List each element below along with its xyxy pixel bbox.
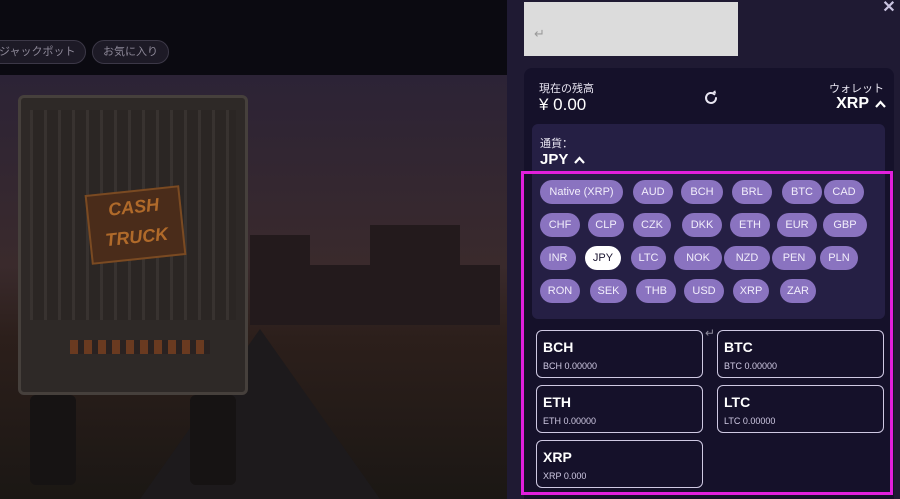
currency-chip-nok[interactable]: NOK: [674, 246, 722, 270]
currency-chip-cad[interactable]: CAD: [824, 180, 864, 204]
favorites-tag[interactable]: お気に入り: [92, 40, 169, 64]
wallet-label: ウォレット: [829, 83, 884, 95]
currency-chip-zar[interactable]: ZAR: [780, 279, 816, 303]
refresh-icon[interactable]: [702, 89, 720, 107]
currency-chip-sek[interactable]: SEK: [590, 279, 627, 303]
wallet-selector[interactable]: XRP: [836, 95, 886, 113]
coin-balance: BTC 0.00000: [724, 361, 778, 371]
coin-name: ETH: [543, 394, 571, 410]
currency-value: JPY: [540, 151, 569, 168]
game-background: ジャックポット お気に入り CASH TRUCK: [0, 0, 507, 499]
coin-name: BCH: [543, 339, 574, 355]
truck-wheel: [190, 395, 236, 485]
coin-balance: BCH 0.00000: [543, 361, 598, 371]
currency-chip-brl[interactable]: BRL: [732, 180, 772, 204]
currency-chip-btc[interactable]: BTC: [782, 180, 822, 204]
currency-chip-thb[interactable]: THB: [636, 279, 676, 303]
coin-name: LTC: [724, 394, 751, 410]
currency-chip-dkk[interactable]: DKK: [682, 213, 722, 237]
chevron-up-icon: [875, 100, 886, 108]
currency-chip-ron[interactable]: RON: [540, 279, 580, 303]
currency-chip-eth[interactable]: ETH: [730, 213, 770, 237]
coin-balance: LTC 0.00000: [724, 416, 776, 426]
coin-card-xrp[interactable]: XRP XRP 0.000: [536, 440, 703, 488]
jackpot-tag[interactable]: ジャックポット: [0, 40, 87, 64]
currency-chip-usd[interactable]: USD: [684, 279, 724, 303]
enter-glyph: ↵: [705, 326, 716, 340]
truck-lights: [70, 340, 210, 354]
coin-balance: XRP 0.000: [543, 471, 587, 481]
currency-chip-ltc[interactable]: LTC: [631, 246, 666, 270]
currency-chip-clp[interactable]: CLP: [588, 213, 624, 237]
currency-chip-eur[interactable]: EUR: [777, 213, 817, 237]
wallet-value: XRP: [836, 95, 869, 112]
currency-chip-aud[interactable]: AUD: [633, 180, 673, 204]
truck-wheel: [30, 395, 76, 485]
game-topbar: ジャックポット お気に入り: [0, 0, 507, 75]
coin-card-bch[interactable]: BCH BCH 0.00000: [536, 330, 703, 378]
coin-balance: ETH 0.00000: [543, 416, 597, 426]
currency-chip-inr[interactable]: INR: [540, 246, 576, 270]
balance-label: 現在の残高: [539, 83, 594, 95]
close-button[interactable]: ✕: [881, 0, 897, 16]
currency-chip-pln[interactable]: PLN: [820, 246, 858, 270]
currency-chip-native-xrp[interactable]: Native (XRP): [540, 180, 623, 204]
coin-card-eth[interactable]: ETH ETH 0.00000: [536, 385, 703, 433]
chevron-up-icon: [574, 155, 586, 164]
coin-card-ltc[interactable]: LTC LTC 0.00000: [717, 385, 884, 433]
currency-chip-xrp[interactable]: XRP: [733, 279, 769, 303]
coin-name: BTC: [724, 339, 753, 355]
currency-label: 通貨：: [540, 138, 573, 150]
currency-chip-nzd[interactable]: NZD: [724, 246, 770, 270]
enter-glyph: ↵: [534, 26, 545, 41]
cash-truck-logo: CASH TRUCK: [84, 185, 187, 265]
banner-image: ↵: [524, 2, 738, 56]
coin-card-btc[interactable]: BTC BTC 0.00000: [717, 330, 884, 378]
currency-chip-chf[interactable]: CHF: [540, 213, 580, 237]
currency-chip-pen[interactable]: PEN: [772, 246, 816, 270]
currency-chip-czk[interactable]: CZK: [633, 213, 671, 237]
balance-value: ¥ 0.00: [539, 95, 587, 114]
currency-chip-jpy[interactable]: JPY: [585, 246, 621, 270]
currency-chip-gbp[interactable]: GBP: [823, 213, 867, 237]
coin-name: XRP: [543, 449, 572, 465]
currency-chip-bch[interactable]: BCH: [681, 180, 723, 204]
currency-dropdown[interactable]: JPY: [540, 151, 586, 168]
mesa-shape: [300, 265, 500, 325]
